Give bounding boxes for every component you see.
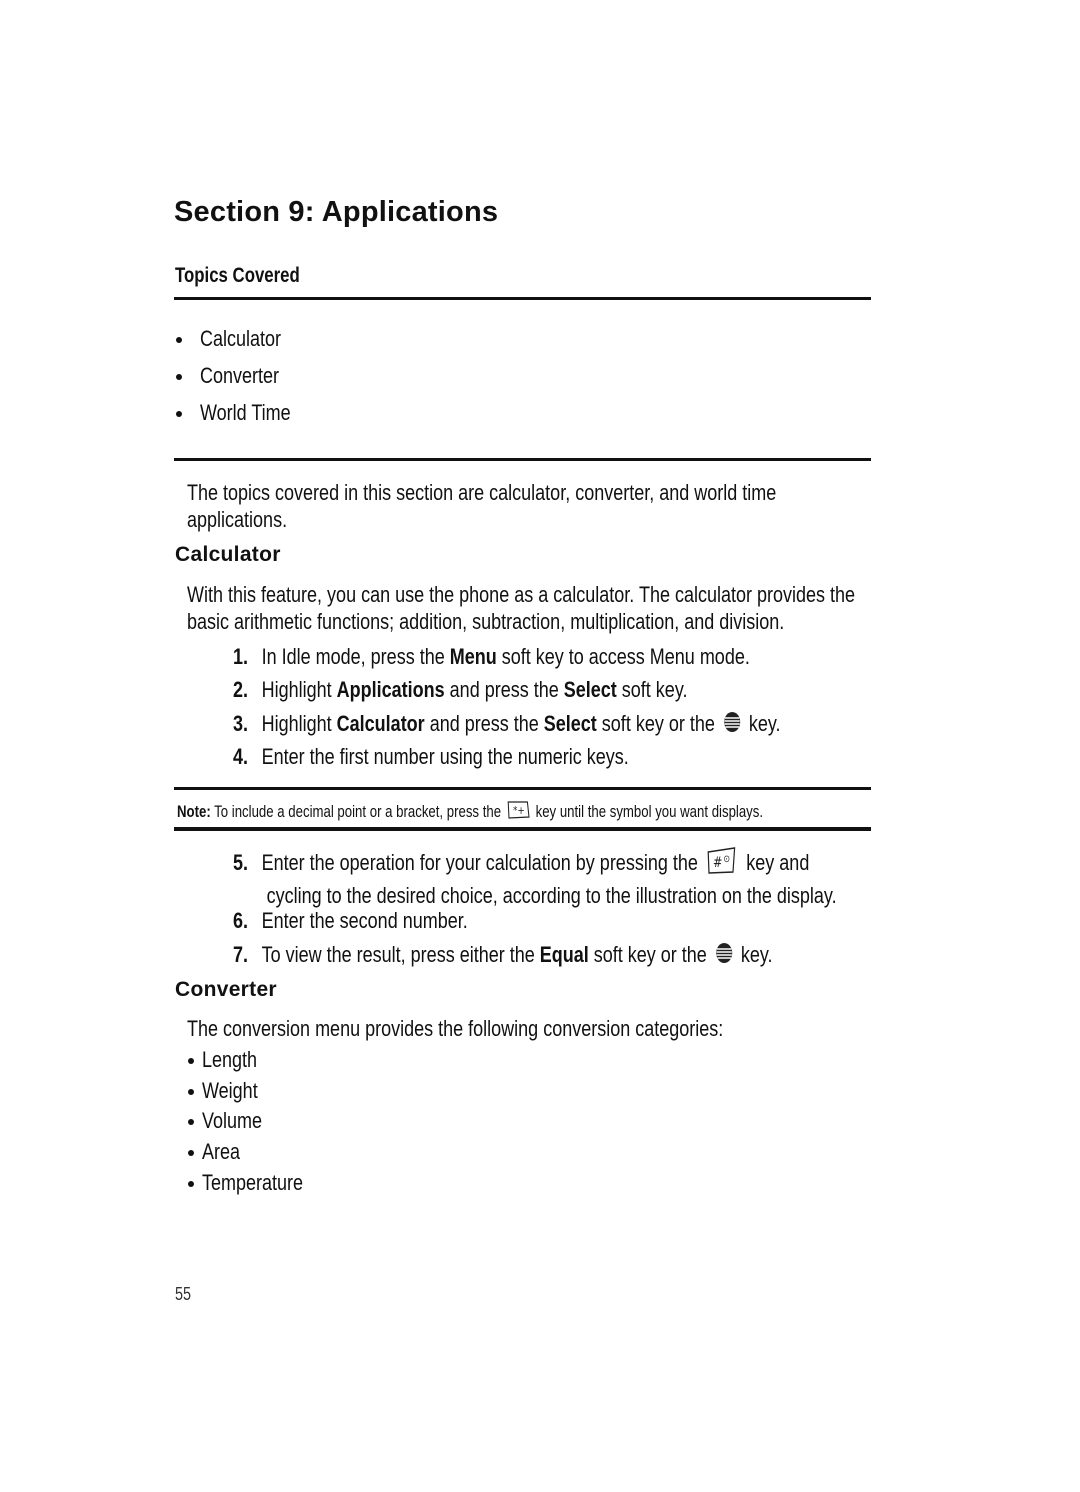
- step-text: In Idle mode, press the: [261, 644, 450, 669]
- svg-text:*+: *+: [513, 805, 525, 817]
- step-item: 2. Highlight Applications and press the S…: [233, 676, 801, 703]
- step-text: To view the result, press either the: [261, 942, 540, 967]
- converter-item: Area: [188, 1138, 240, 1165]
- bullet-icon: [176, 411, 182, 418]
- step-item: 7. To view the result, press either the E…: [233, 941, 907, 970]
- step-text: Enter the operation for your calculation…: [261, 849, 698, 875]
- topics-heading-text: Topics Covered: [175, 264, 300, 287]
- step-text: cycling to the desired choice, according…: [266, 883, 837, 908]
- bullet-icon: [188, 1119, 194, 1126]
- pound-key-icon: # ⊙: [706, 846, 738, 882]
- converter-item-label: Volume: [202, 1108, 263, 1133]
- topic-label: Calculator: [200, 326, 282, 351]
- bullet-icon: [188, 1089, 194, 1096]
- step-bold-text: Applications: [336, 677, 445, 702]
- note-label: Note:: [177, 802, 211, 821]
- att-globe-key-icon: [715, 942, 733, 970]
- step-number: 6.: [233, 908, 249, 933]
- step-bold-text: Equal: [539, 942, 589, 967]
- converter-item: Length: [188, 1046, 257, 1073]
- step-number: 3.: [233, 711, 249, 736]
- converter-item: Volume: [188, 1107, 262, 1134]
- note-text: key until the symbol you want displays.: [531, 802, 764, 821]
- step-number: 7.: [233, 942, 249, 967]
- step-item: 6. Enter the second number.: [233, 907, 526, 934]
- step-text: soft key to access Menu mode.: [496, 644, 750, 669]
- topic-item: Converter: [176, 362, 279, 389]
- att-globe-key-icon: [723, 711, 741, 739]
- converter-item-label: Length: [202, 1047, 258, 1072]
- page-number-text: 55: [175, 1284, 192, 1304]
- note-bottom-rule: [174, 827, 871, 831]
- intro-line: The topics covered in this section are c…: [187, 480, 777, 505]
- bullet-icon: [188, 1181, 194, 1188]
- star-key-icon: *+: [506, 800, 530, 825]
- step-text: Highlight: [261, 711, 337, 736]
- step-text: Highlight: [261, 677, 337, 702]
- step-text: Enter the second number.: [261, 908, 468, 933]
- bullet-icon: [188, 1058, 194, 1065]
- step-number: 2.: [233, 677, 249, 702]
- step-text: soft key or the: [596, 711, 715, 736]
- paragraph-line: With this feature, you can use the phone…: [187, 582, 856, 607]
- converter-intro: The conversion menu provides the followi…: [187, 1015, 857, 1042]
- step-number: 5.: [233, 849, 249, 875]
- topics-bottom-rule: [174, 458, 871, 461]
- step-item: 5. Enter the operation for your calculati…: [233, 846, 988, 909]
- topics-heading: Topics Covered: [175, 264, 331, 288]
- intro-paragraph: The topics covered in this section are c…: [187, 479, 924, 533]
- step-text: and press the: [424, 711, 544, 736]
- converter-intro-text: The conversion menu provides the followi…: [187, 1016, 724, 1041]
- topics-top-rule: [174, 297, 871, 300]
- step-text: key.: [735, 942, 773, 967]
- note-top-rule: [174, 787, 871, 790]
- paragraph-line: basic arithmetic functions; addition, su…: [187, 609, 785, 634]
- note: Note: To include a decimal point or a br…: [177, 800, 910, 825]
- step-text: Enter the first number using the numeric…: [261, 744, 629, 769]
- topic-label: Converter: [200, 363, 280, 388]
- converter-item-label: Temperature: [202, 1170, 304, 1195]
- step-text: soft key.: [616, 677, 688, 702]
- intro-line: applications.: [187, 507, 288, 532]
- converter-item: Weight: [188, 1077, 258, 1104]
- converter-item-label: Area: [202, 1139, 241, 1164]
- converter-item-label: Weight: [202, 1078, 258, 1103]
- svg-text:#: #: [713, 854, 722, 871]
- topic-label: World Time: [200, 400, 291, 425]
- calculator-heading: Calculator: [175, 543, 281, 566]
- step-text: and press the: [444, 677, 564, 702]
- bullet-icon: [176, 374, 182, 381]
- bullet-icon: [188, 1150, 194, 1157]
- note-text: To include a decimal point or a bracket,…: [210, 802, 502, 821]
- step-item: 1. In Idle mode, press the Menu soft key …: [233, 643, 879, 670]
- converter-item: Temperature: [188, 1169, 303, 1196]
- step-text: key.: [743, 711, 781, 736]
- section-title: Section 9: Applications: [174, 196, 499, 228]
- step-number: 4.: [233, 744, 249, 769]
- svg-text:⊙: ⊙: [724, 854, 731, 865]
- step-text: key and: [741, 849, 810, 875]
- step-item: 3. Highlight Calculator and press the Sel…: [233, 710, 917, 739]
- step-bold-text: Select: [543, 711, 597, 736]
- step-text: soft key or the: [588, 942, 707, 967]
- step-number: 1.: [233, 644, 249, 669]
- step-item: 4. Enter the first number using the numer…: [233, 743, 728, 770]
- converter-heading: Converter: [175, 978, 277, 1001]
- topic-item: World Time: [176, 399, 291, 426]
- step-bold-text: Menu: [449, 644, 497, 669]
- calculator-paragraph: With this feature, you can use the phone…: [187, 581, 1022, 635]
- bullet-icon: [176, 337, 182, 344]
- step-bold-text: Select: [563, 677, 617, 702]
- topic-item: Calculator: [176, 325, 281, 352]
- page-number: 55: [175, 1284, 195, 1305]
- step-bold-text: Calculator: [336, 711, 425, 736]
